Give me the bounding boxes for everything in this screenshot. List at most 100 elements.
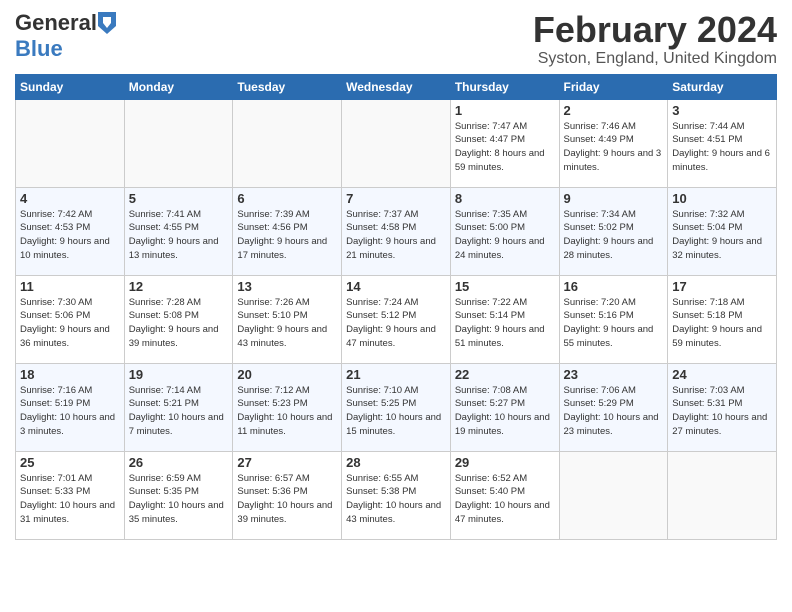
calendar-cell: 11 Sunrise: 7:30 AMSunset: 5:06 PMDayligh… bbox=[16, 275, 125, 363]
calendar-table: SundayMondayTuesdayWednesdayThursdayFrid… bbox=[15, 74, 777, 540]
weekday-header-sunday: Sunday bbox=[16, 74, 125, 99]
calendar-cell: 10 Sunrise: 7:32 AMSunset: 5:04 PMDayligh… bbox=[668, 187, 777, 275]
day-number: 22 bbox=[455, 367, 555, 382]
calendar-cell bbox=[233, 99, 342, 187]
calendar-cell: 29 Sunrise: 6:52 AMSunset: 5:40 PMDayligh… bbox=[450, 451, 559, 539]
day-number: 17 bbox=[672, 279, 772, 294]
calendar-cell: 23 Sunrise: 7:06 AMSunset: 5:29 PMDayligh… bbox=[559, 363, 668, 451]
day-info: Sunrise: 7:10 AMSunset: 5:25 PMDaylight:… bbox=[346, 384, 446, 439]
calendar-cell: 8 Sunrise: 7:35 AMSunset: 5:00 PMDaylight… bbox=[450, 187, 559, 275]
day-number: 16 bbox=[564, 279, 664, 294]
calendar-cell: 6Sunrise: 7:39 AMSunset: 4:56 PMDaylight… bbox=[233, 187, 342, 275]
calendar-cell: 12 Sunrise: 7:28 AMSunset: 5:08 PMDayligh… bbox=[124, 275, 233, 363]
calendar-cell: 9Sunrise: 7:34 AMSunset: 5:02 PMDaylight… bbox=[559, 187, 668, 275]
subtitle: Syston, England, United Kingdom bbox=[533, 50, 777, 68]
logo: General Blue bbox=[15, 10, 116, 62]
weekday-header-saturday: Saturday bbox=[668, 74, 777, 99]
day-info: Sunrise: 7:28 AMSunset: 5:08 PMDaylight:… bbox=[129, 296, 229, 351]
calendar-week-row: 11 Sunrise: 7:30 AMSunset: 5:06 PMDayligh… bbox=[16, 275, 777, 363]
calendar-week-row: 1 Sunrise: 7:47 AMSunset: 4:47 PMDaylight… bbox=[16, 99, 777, 187]
day-info: Sunrise: 7:12 AMSunset: 5:23 PMDaylight:… bbox=[237, 384, 337, 439]
calendar-cell: 21 Sunrise: 7:10 AMSunset: 5:25 PMDayligh… bbox=[342, 363, 451, 451]
day-number: 4 bbox=[20, 191, 120, 206]
day-number: 24 bbox=[672, 367, 772, 382]
calendar-cell: 14Sunrise: 7:24 AMSunset: 5:12 PMDayligh… bbox=[342, 275, 451, 363]
calendar-week-row: 4 Sunrise: 7:42 AMSunset: 4:53 PMDaylight… bbox=[16, 187, 777, 275]
calendar-cell: 1 Sunrise: 7:47 AMSunset: 4:47 PMDaylight… bbox=[450, 99, 559, 187]
calendar-cell: 18 Sunrise: 7:16 AMSunset: 5:19 PMDayligh… bbox=[16, 363, 125, 451]
day-info: Sunrise: 7:01 AMSunset: 5:33 PMDaylight:… bbox=[20, 472, 120, 527]
day-number: 27 bbox=[237, 455, 337, 470]
calendar-cell bbox=[559, 451, 668, 539]
calendar-cell: 22 Sunrise: 7:08 AMSunset: 5:27 PMDayligh… bbox=[450, 363, 559, 451]
day-number: 28 bbox=[346, 455, 446, 470]
calendar-cell: 28 Sunrise: 6:55 AMSunset: 5:38 PMDayligh… bbox=[342, 451, 451, 539]
day-number: 1 bbox=[455, 103, 555, 118]
weekday-header-row: SundayMondayTuesdayWednesdayThursdayFrid… bbox=[16, 74, 777, 99]
calendar-cell: 5Sunrise: 7:41 AMSunset: 4:55 PMDaylight… bbox=[124, 187, 233, 275]
day-number: 23 bbox=[564, 367, 664, 382]
main-title: February 2024 bbox=[533, 10, 777, 50]
weekday-header-monday: Monday bbox=[124, 74, 233, 99]
logo-icon bbox=[98, 12, 116, 34]
day-info: Sunrise: 6:59 AMSunset: 5:35 PMDaylight:… bbox=[129, 472, 229, 527]
day-number: 11 bbox=[20, 279, 120, 294]
day-number: 13 bbox=[237, 279, 337, 294]
calendar-cell: 24 Sunrise: 7:03 AMSunset: 5:31 PMDayligh… bbox=[668, 363, 777, 451]
calendar-week-row: 18 Sunrise: 7:16 AMSunset: 5:19 PMDayligh… bbox=[16, 363, 777, 451]
day-info: Sunrise: 6:52 AMSunset: 5:40 PMDaylight:… bbox=[455, 472, 555, 527]
calendar-cell bbox=[668, 451, 777, 539]
calendar-cell: 13 Sunrise: 7:26 AMSunset: 5:10 PMDayligh… bbox=[233, 275, 342, 363]
day-info: Sunrise: 7:26 AMSunset: 5:10 PMDaylight:… bbox=[237, 296, 337, 351]
day-number: 10 bbox=[672, 191, 772, 206]
day-info: Sunrise: 7:39 AMSunset: 4:56 PMDaylight:… bbox=[237, 208, 337, 263]
day-number: 9 bbox=[564, 191, 664, 206]
day-info: Sunrise: 7:22 AMSunset: 5:14 PMDaylight:… bbox=[455, 296, 555, 351]
day-info: Sunrise: 6:55 AMSunset: 5:38 PMDaylight:… bbox=[346, 472, 446, 527]
weekday-header-friday: Friday bbox=[559, 74, 668, 99]
calendar-cell: 26 Sunrise: 6:59 AMSunset: 5:35 PMDayligh… bbox=[124, 451, 233, 539]
day-info: Sunrise: 7:08 AMSunset: 5:27 PMDaylight:… bbox=[455, 384, 555, 439]
day-number: 18 bbox=[20, 367, 120, 382]
day-info: Sunrise: 7:42 AMSunset: 4:53 PMDaylight:… bbox=[20, 208, 120, 263]
day-number: 12 bbox=[129, 279, 229, 294]
day-number: 19 bbox=[129, 367, 229, 382]
day-number: 15 bbox=[455, 279, 555, 294]
day-info: Sunrise: 7:44 AMSunset: 4:51 PMDaylight:… bbox=[672, 120, 772, 175]
calendar-cell: 7Sunrise: 7:37 AMSunset: 4:58 PMDaylight… bbox=[342, 187, 451, 275]
calendar-cell bbox=[342, 99, 451, 187]
calendar-cell bbox=[16, 99, 125, 187]
day-number: 29 bbox=[455, 455, 555, 470]
calendar-cell: 19 Sunrise: 7:14 AMSunset: 5:21 PMDayligh… bbox=[124, 363, 233, 451]
calendar-cell: 20 Sunrise: 7:12 AMSunset: 5:23 PMDayligh… bbox=[233, 363, 342, 451]
day-info: Sunrise: 7:32 AMSunset: 5:04 PMDaylight:… bbox=[672, 208, 772, 263]
day-info: Sunrise: 7:06 AMSunset: 5:29 PMDaylight:… bbox=[564, 384, 664, 439]
day-number: 14 bbox=[346, 279, 446, 294]
calendar-cell: 27Sunrise: 6:57 AMSunset: 5:36 PMDayligh… bbox=[233, 451, 342, 539]
calendar-cell bbox=[124, 99, 233, 187]
day-number: 7 bbox=[346, 191, 446, 206]
day-number: 21 bbox=[346, 367, 446, 382]
day-info: Sunrise: 7:18 AMSunset: 5:18 PMDaylight:… bbox=[672, 296, 772, 351]
calendar-week-row: 25 Sunrise: 7:01 AMSunset: 5:33 PMDayligh… bbox=[16, 451, 777, 539]
day-number: 26 bbox=[129, 455, 229, 470]
day-info: Sunrise: 7:35 AMSunset: 5:00 PMDaylight:… bbox=[455, 208, 555, 263]
logo-blue: Blue bbox=[15, 36, 63, 62]
weekday-header-wednesday: Wednesday bbox=[342, 74, 451, 99]
day-number: 20 bbox=[237, 367, 337, 382]
day-info: Sunrise: 7:47 AMSunset: 4:47 PMDaylight:… bbox=[455, 120, 555, 175]
day-info: Sunrise: 7:16 AMSunset: 5:19 PMDaylight:… bbox=[20, 384, 120, 439]
day-info: Sunrise: 7:46 AMSunset: 4:49 PMDaylight:… bbox=[564, 120, 664, 175]
weekday-header-tuesday: Tuesday bbox=[233, 74, 342, 99]
page-header: General Blue February 2024 Syston, Engla… bbox=[15, 10, 777, 68]
logo-general: General bbox=[15, 10, 97, 36]
day-info: Sunrise: 7:03 AMSunset: 5:31 PMDaylight:… bbox=[672, 384, 772, 439]
day-number: 8 bbox=[455, 191, 555, 206]
calendar-cell: 25 Sunrise: 7:01 AMSunset: 5:33 PMDayligh… bbox=[16, 451, 125, 539]
day-number: 2 bbox=[564, 103, 664, 118]
day-info: Sunrise: 7:14 AMSunset: 5:21 PMDaylight:… bbox=[129, 384, 229, 439]
title-section: February 2024 Syston, England, United Ki… bbox=[533, 10, 777, 68]
day-info: Sunrise: 7:30 AMSunset: 5:06 PMDaylight:… bbox=[20, 296, 120, 351]
day-info: Sunrise: 7:41 AMSunset: 4:55 PMDaylight:… bbox=[129, 208, 229, 263]
day-number: 25 bbox=[20, 455, 120, 470]
